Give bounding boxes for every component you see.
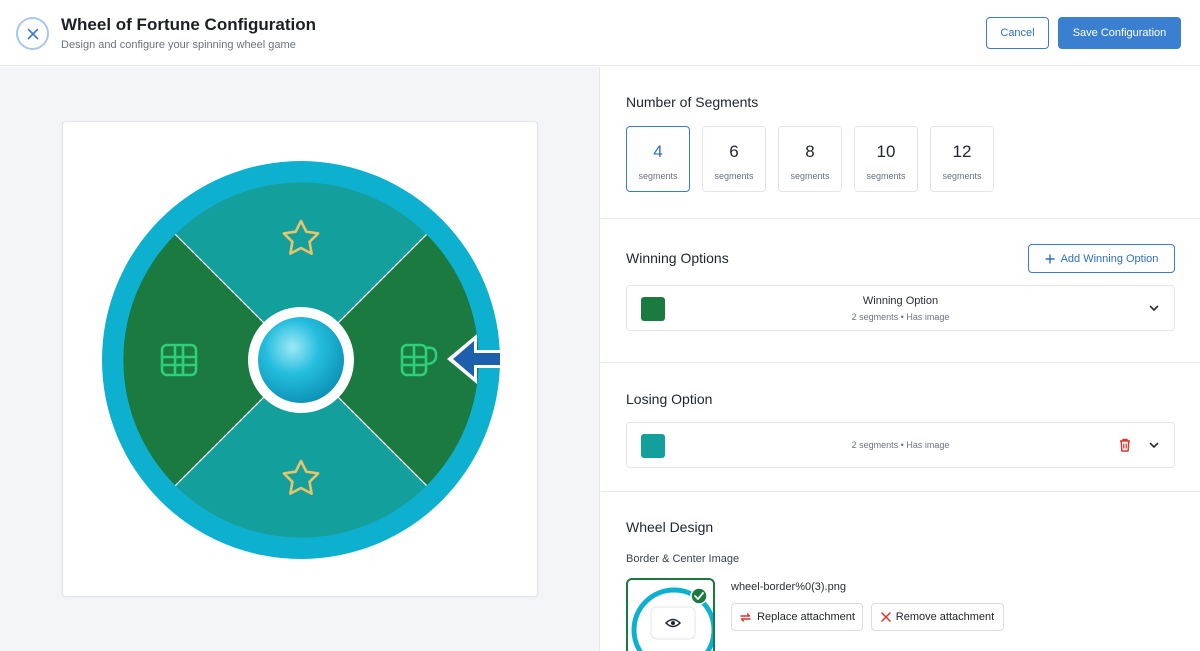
segment-count: 4 (653, 142, 663, 161)
losing-option-meta: 2 segments • Has image (851, 440, 950, 450)
wheel-preview-card (62, 121, 538, 597)
page-subtitle: Design and configure your spinning wheel… (61, 39, 296, 51)
wheel-preview (102, 161, 500, 559)
chevron-down-icon[interactable] (1147, 438, 1161, 452)
close-button[interactable] (16, 17, 49, 50)
cancel-button[interactable]: Cancel (986, 17, 1049, 49)
winning-option-name: Winning Option (862, 295, 939, 307)
segment-count-label: segments (714, 171, 754, 181)
check-badge-icon (690, 587, 708, 605)
segment-option-4[interactable]: 4 segments (626, 126, 690, 192)
segment-count: 12 (952, 142, 972, 161)
remove-attachment-button[interactable]: Remove attachment (871, 603, 1004, 631)
segment-count-label: segments (866, 171, 906, 181)
section-divider (601, 362, 1200, 363)
segment-count: 8 (805, 142, 815, 161)
segment-option-10[interactable]: 10 segments (854, 126, 918, 192)
segment-count: 10 (876, 142, 896, 161)
border-image-thumbnail[interactable] (626, 578, 715, 651)
losing-option-row[interactable]: 2 segments • Has image (626, 422, 1175, 468)
plus-icon (1045, 254, 1055, 263)
segment-option-8[interactable]: 8 segments (778, 126, 842, 192)
wheel-design-section-title: Wheel Design (626, 519, 714, 535)
add-winning-option-button[interactable]: Add Winning Option (1028, 244, 1175, 273)
page-header: Wheel of Fortune Configuration Design an… (0, 0, 1200, 66)
wheel-center-hub (258, 317, 344, 403)
section-divider (601, 218, 1200, 219)
close-icon (27, 28, 38, 39)
losing-section-title: Losing Option (626, 391, 713, 407)
attachment-file-name: wheel-border%0(3).png (731, 581, 846, 593)
replace-attachment-button[interactable]: Replace attachment (731, 603, 863, 631)
remove-icon (881, 612, 891, 622)
winning-section-title: Winning Options (626, 250, 729, 266)
segment-count-label: segments (638, 171, 678, 181)
replace-attachment-label: Replace attachment (757, 611, 855, 623)
section-divider (601, 491, 1200, 492)
save-configuration-button[interactable]: Save Configuration (1058, 17, 1181, 49)
border-center-image-label: Border & Center Image (626, 553, 740, 565)
segment-option-6[interactable]: 6 segments (702, 126, 766, 192)
replace-icon (740, 612, 751, 622)
page-title: Wheel of Fortune Configuration (61, 15, 316, 34)
remove-attachment-label: Remove attachment (895, 611, 995, 623)
winning-option-row[interactable]: Winning Option 2 segments • Has image (626, 285, 1175, 331)
chevron-down-icon[interactable] (1147, 301, 1161, 315)
segments-section-title: Number of Segments (626, 94, 759, 110)
segment-count-label: segments (790, 171, 830, 181)
border-image-preview (631, 587, 713, 651)
segment-count-label: segments (942, 171, 982, 181)
trash-icon[interactable] (1118, 437, 1132, 453)
add-winning-option-label: Add Winning Option (1060, 252, 1159, 265)
segment-option-12[interactable]: 12 segments (930, 126, 994, 192)
segment-count: 6 (729, 142, 739, 161)
winning-option-meta: 2 segments • Has image (851, 312, 950, 322)
